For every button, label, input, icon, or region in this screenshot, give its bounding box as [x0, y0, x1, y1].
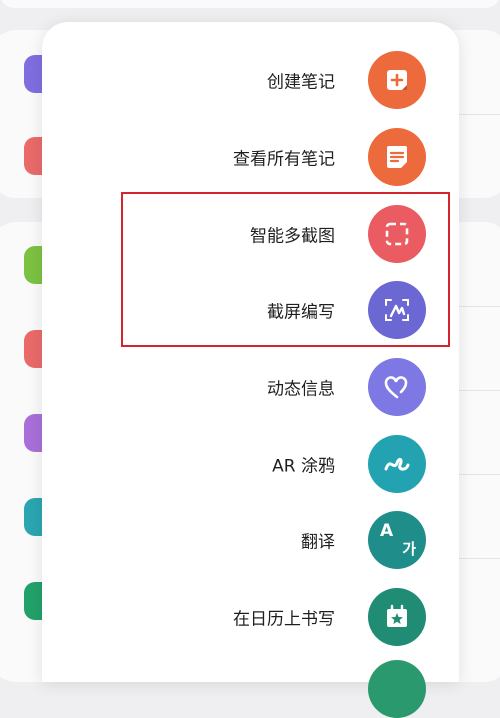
menu-item-translate[interactable]: 翻译 A 가	[42, 505, 459, 575]
add-note-icon[interactable]	[368, 51, 426, 109]
menu-item-live-message[interactable]: 动态信息	[42, 352, 459, 422]
menu-item-smart-select[interactable]: 智能多截图	[42, 199, 459, 269]
menu-item-create-note[interactable]: 创建笔记	[42, 45, 459, 115]
live-message-icon[interactable]	[368, 358, 426, 416]
menu-item-view-all-notes[interactable]: 查看所有笔记	[42, 122, 459, 192]
write-on-calendar-icon[interactable]	[368, 588, 426, 646]
menu-item-write-on-calendar[interactable]: 在日历上书写	[42, 582, 459, 652]
menu-item-label: 动态信息	[267, 379, 335, 400]
translate-glyphs: A 가	[380, 521, 416, 558]
background-card-top	[0, 0, 500, 8]
screen-write-icon[interactable]	[368, 281, 426, 339]
menu-item-label: 查看所有笔记	[233, 149, 335, 170]
smart-select-icon[interactable]	[368, 205, 426, 263]
translate-icon[interactable]: A 가	[368, 511, 426, 569]
note-list-icon[interactable]	[368, 128, 426, 186]
menu-item-label: 智能多截图	[250, 226, 335, 247]
menu-item-label: 在日历上书写	[233, 609, 335, 630]
menu-item-label: 创建笔记	[267, 72, 335, 93]
translate-glyph-b: 가	[402, 540, 416, 558]
menu-item-partial-icon[interactable]	[368, 660, 426, 718]
menu-item-label: 截屏编写	[267, 302, 335, 323]
translate-glyph-a: A	[380, 521, 394, 541]
menu-item-screen-write[interactable]: 截屏编写	[42, 275, 459, 345]
menu-item-label: 翻译	[301, 532, 335, 553]
menu-item-label: AR 涂鸦	[272, 456, 335, 477]
ar-doodle-icon[interactable]	[368, 435, 426, 493]
menu-item-ar-doodle[interactable]: AR 涂鸦	[42, 429, 459, 499]
